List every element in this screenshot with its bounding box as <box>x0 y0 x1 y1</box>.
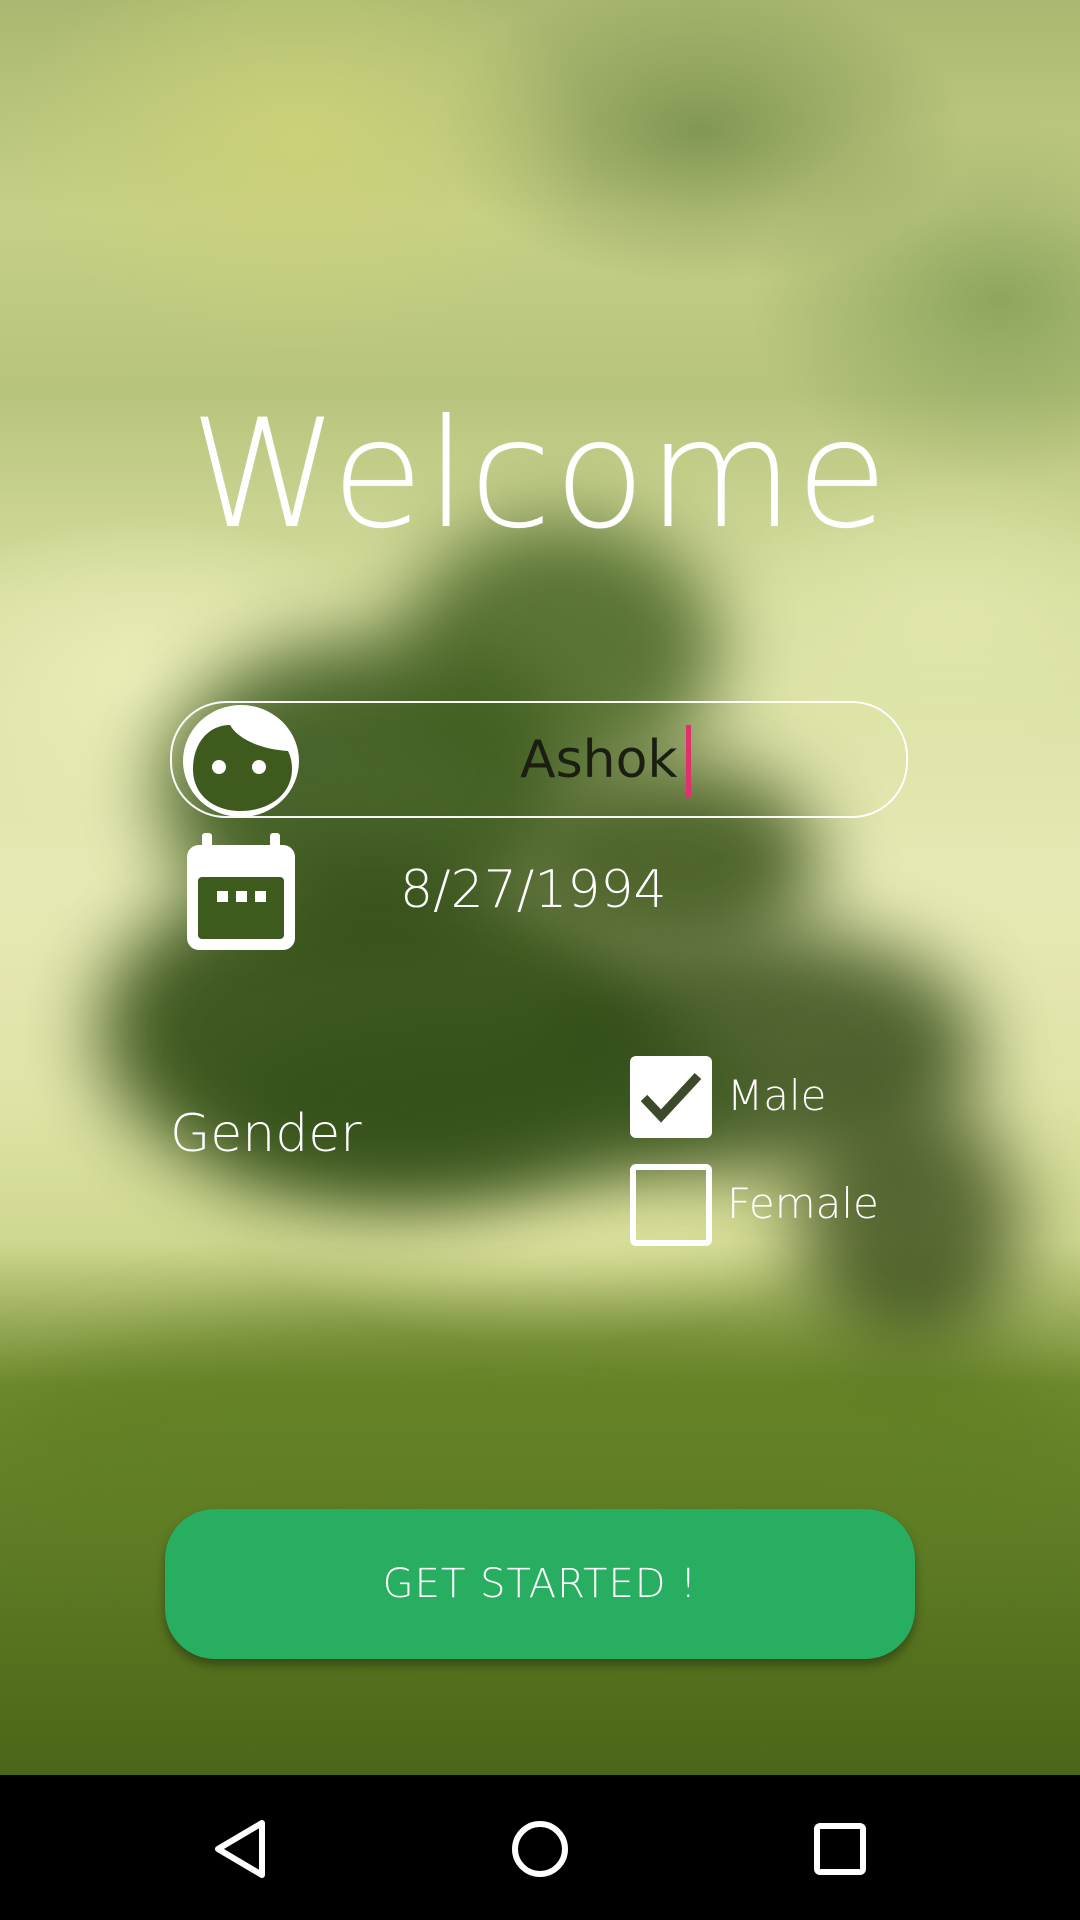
name-input-value[interactable]: Ashok <box>520 728 678 792</box>
male-checkbox[interactable] <box>630 1056 712 1138</box>
recents-icon[interactable] <box>808 1817 872 1881</box>
page-title: Welcome <box>189 388 891 562</box>
text-caret <box>686 725 691 797</box>
gender-label: Gender <box>170 1104 362 1164</box>
male-label: Male <box>727 1071 827 1120</box>
get-started-button[interactable]: GET STARTED ! <box>165 1509 915 1659</box>
home-icon[interactable] <box>508 1817 572 1881</box>
date-of-birth-value[interactable]: 8/27/1994 <box>400 858 667 922</box>
face-icon <box>183 705 299 817</box>
check-icon <box>640 1072 702 1123</box>
back-icon[interactable] <box>210 1817 274 1881</box>
female-label: Female <box>727 1179 879 1228</box>
screen: Welcome Ashok 8/27/1994 Gender Male Fema… <box>0 0 1080 1920</box>
calendar-icon[interactable] <box>184 833 298 953</box>
female-checkbox[interactable] <box>630 1164 712 1246</box>
